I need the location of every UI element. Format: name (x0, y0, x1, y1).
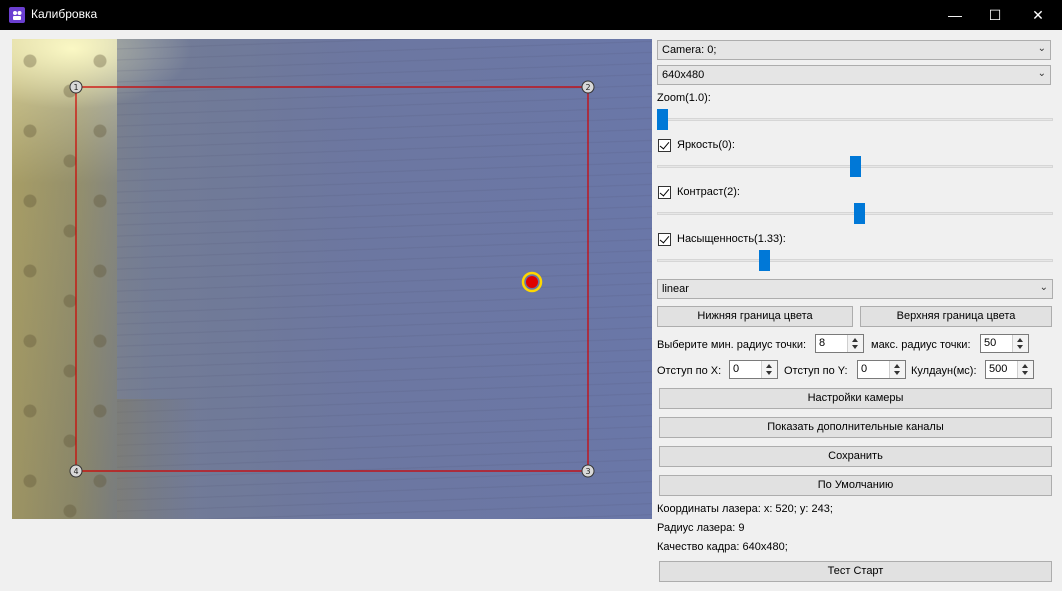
offset-y-value: 0 (861, 363, 868, 375)
arrow-down-icon[interactable] (1017, 345, 1023, 349)
laser-coords-text: Координаты лазера: x: 520; y: 243; (657, 503, 833, 515)
offset-y-label: Отступ по Y: (784, 365, 848, 377)
cooldown-label: Кулдаун(мс): (911, 365, 977, 377)
arrow-down-icon[interactable] (766, 371, 772, 375)
offset-x-spinbox[interactable]: 0 (729, 360, 778, 379)
max-radius-label: макс. радиус точки: (871, 339, 971, 351)
calibration-overlay: 1 2 3 4 (69, 80, 595, 478)
window-title: Калибровка (31, 7, 98, 21)
spin-arrows[interactable] (1012, 335, 1028, 352)
min-radius-spinbox[interactable]: 8 (815, 334, 864, 353)
slider-thumb[interactable] (850, 156, 861, 177)
min-radius-label: Выберите мин. радиус точки: (657, 339, 807, 351)
calibration-frame (75, 86, 589, 472)
show-channels-button[interactable]: Показать дополнительные каналы (659, 417, 1052, 438)
default-button[interactable]: По Умолчанию (659, 475, 1052, 496)
chevron-down-icon: ⌄ (1037, 43, 1046, 54)
arrow-up-icon[interactable] (852, 338, 858, 342)
title-bar: Калибровка — ☐ ✕ (0, 0, 1062, 30)
saturation-label: Насыщенность(1.33): (677, 233, 786, 245)
frame-quality-text: Качество кадра: 640x480; (657, 541, 788, 553)
maximize-button[interactable]: ☐ (975, 0, 1015, 30)
cooldown-spinbox[interactable]: 500 (985, 360, 1034, 379)
arrow-up-icon[interactable] (766, 364, 772, 368)
contrast-checkbox[interactable] (658, 186, 671, 199)
saturation-checkbox[interactable] (658, 233, 671, 246)
slider-thumb[interactable] (657, 109, 668, 130)
resolution-select-value: 640x480 (662, 69, 705, 81)
spin-arrows[interactable] (889, 361, 905, 378)
interpolation-select-value: linear (662, 283, 689, 295)
corner-label-2: 2 (585, 83, 590, 92)
arrow-up-icon[interactable] (1022, 364, 1028, 368)
brightness-slider[interactable] (657, 156, 1053, 178)
camera-select-value: Camera: 0; (662, 44, 717, 56)
laser-dot-marker (521, 271, 543, 293)
zoom-label: Zoom(1.0): (657, 92, 711, 104)
slider-track (657, 118, 1053, 121)
close-button[interactable]: ✕ (1018, 0, 1058, 30)
save-button[interactable]: Сохранить (659, 446, 1052, 467)
interpolation-select[interactable]: linear ⌄ (657, 279, 1053, 299)
slider-track (657, 259, 1053, 262)
offset-x-value: 0 (733, 363, 740, 375)
slider-thumb[interactable] (758, 250, 770, 271)
contrast-label: Контраст(2): (677, 186, 740, 198)
zoom-slider[interactable] (657, 109, 1053, 131)
brightness-checkbox[interactable] (658, 139, 671, 152)
spin-arrows[interactable] (847, 335, 863, 352)
arrow-up-icon[interactable] (894, 364, 900, 368)
max-radius-spinbox[interactable]: 50 (980, 334, 1029, 353)
corner-label-4: 4 (73, 467, 78, 476)
camera-preview[interactable]: 1 2 3 4 (12, 39, 652, 519)
chevron-down-icon: ⌄ (1037, 68, 1046, 79)
corner-handle-3[interactable]: 3 (581, 464, 595, 478)
offset-y-spinbox[interactable]: 0 (857, 360, 906, 379)
camera-select[interactable]: Camera: 0; ⌄ (657, 40, 1051, 60)
saturation-slider[interactable] (657, 250, 1053, 272)
min-radius-value: 8 (819, 337, 826, 349)
test-start-button[interactable]: Тест Старт (659, 561, 1052, 582)
app-icon (9, 7, 25, 23)
minimize-button[interactable]: — (935, 0, 975, 30)
arrow-down-icon[interactable] (852, 345, 858, 349)
laser-radius-text: Радиус лазера: 9 (657, 522, 745, 534)
contrast-slider[interactable] (657, 203, 1053, 225)
spin-arrows[interactable] (761, 361, 777, 378)
brightness-label: Яркость(0): (677, 139, 735, 151)
camera-settings-button[interactable]: Настройки камеры (659, 388, 1052, 409)
arrow-down-icon[interactable] (1022, 371, 1028, 375)
upper-color-bound-button[interactable]: Верхняя граница цвета (860, 306, 1052, 327)
chevron-down-icon: ⌄ (1039, 282, 1048, 293)
corner-handle-2[interactable]: 2 (581, 80, 595, 94)
arrow-up-icon[interactable] (1017, 338, 1023, 342)
cooldown-value: 500 (989, 363, 1008, 375)
spin-arrows[interactable] (1017, 361, 1033, 378)
corner-label-3: 3 (585, 467, 590, 476)
offset-x-label: Отступ по X: (657, 365, 722, 377)
corner-handle-4[interactable]: 4 (69, 464, 83, 478)
corner-label-1: 1 (73, 83, 78, 92)
resolution-select[interactable]: 640x480 ⌄ (657, 65, 1051, 85)
slider-thumb[interactable] (853, 203, 865, 224)
lower-color-bound-button[interactable]: Нижняя граница цвета (657, 306, 853, 327)
corner-handle-1[interactable]: 1 (69, 80, 83, 94)
max-radius-value: 50 (984, 337, 997, 349)
arrow-down-icon[interactable] (894, 371, 900, 375)
